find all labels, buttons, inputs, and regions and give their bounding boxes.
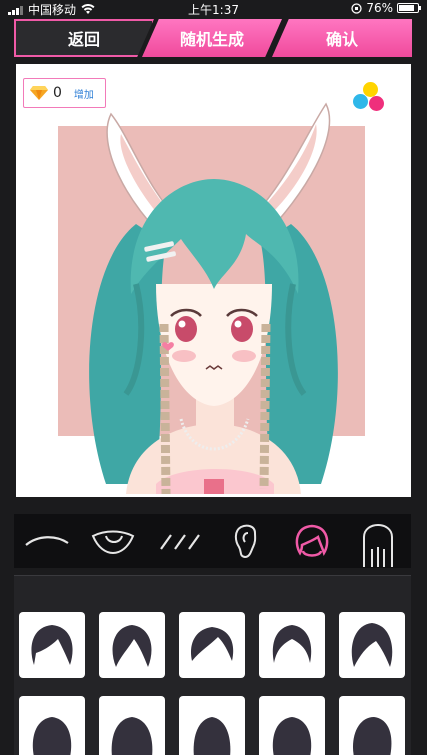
confirm-label: 确认 [325,30,358,49]
ear-icon[interactable] [220,519,272,563]
random-generate-label: 随机生成 [179,30,244,49]
top-nav: 返回 随机生成 确认 [0,19,427,57]
battery-icon [397,3,421,13]
hair-icon[interactable] [286,519,338,563]
orientation-lock-icon [351,2,362,14]
category-bar [14,514,411,568]
anime-avatar [89,102,338,494]
random-generate-button[interactable]: 随机生成 [142,19,282,57]
avatar-preview-card: 0 增加 [16,64,411,497]
eye-icon[interactable] [87,519,139,563]
hair-option-9[interactable] [259,696,325,755]
hair-option-2[interactable] [99,612,165,678]
hair-option-7[interactable] [99,696,165,755]
hair-option-3[interactable] [179,612,245,678]
clock: 上午1:37 [188,3,239,17]
back-label: 返回 [67,30,100,49]
hair-option-1[interactable] [19,612,85,678]
battery-percent: 76% [366,1,393,15]
hair-option-6[interactable] [19,696,85,755]
hair-option-5[interactable] [339,612,405,678]
hair-option-10[interactable] [339,696,405,755]
status-bar: 中国移动 上午1:37 76% [0,0,427,17]
hair-option-4[interactable] [259,612,325,678]
back-button[interactable]: 返回 [14,19,154,57]
hair-options-panel [14,575,411,755]
eyebrow-icon[interactable] [21,519,73,563]
back-hair-icon[interactable] [352,519,404,567]
eyelash-icon[interactable] [153,519,205,563]
confirm-button[interactable]: 确认 [272,19,412,57]
hair-option-8[interactable] [179,696,245,755]
avatar-editor-screen: { "status_bar": {"carrier": "中国移动", "tim… [0,0,427,755]
